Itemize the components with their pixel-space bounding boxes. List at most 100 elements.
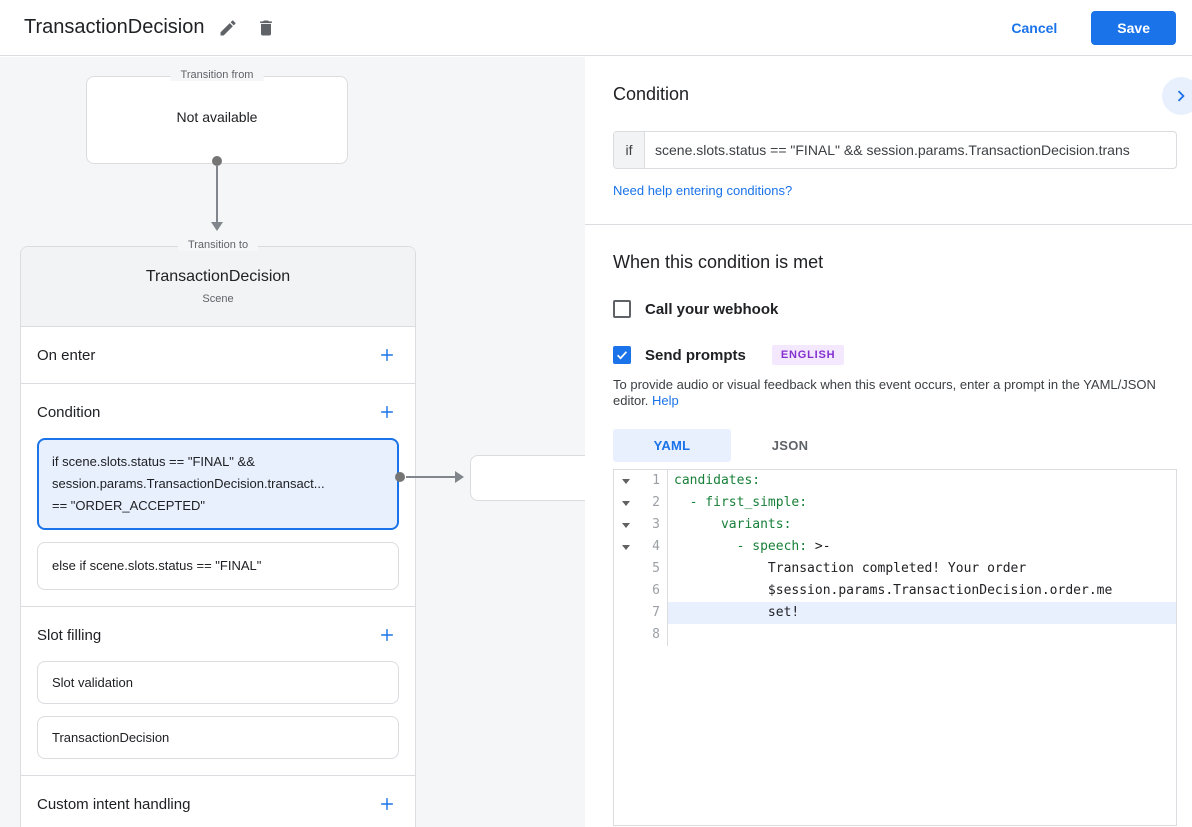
transition-from-value: Not available <box>87 109 347 125</box>
fold-gutter-cell <box>614 558 638 580</box>
panel-title: Condition <box>613 83 1177 105</box>
if-prefix-label: if <box>614 132 645 168</box>
delete-scene-button[interactable] <box>250 12 282 44</box>
fold-gutter-cell <box>614 624 638 646</box>
code-line[interactable]: 5 Transaction completed! Your order <box>614 558 1176 580</box>
tab-json[interactable]: JSON <box>731 429 849 462</box>
fold-gutter-cell <box>614 602 638 624</box>
call-webhook-checkbox[interactable] <box>613 300 631 318</box>
save-button[interactable]: Save <box>1091 11 1176 45</box>
slot-items: Slot validation TransactionDecision <box>37 661 399 759</box>
on-enter-section: On enter <box>21 327 415 384</box>
code-text[interactable]: variants: <box>668 514 1176 536</box>
transition-from-box: Transition from Not available <box>86 76 348 164</box>
code-line[interactable]: 7 set! <box>614 602 1176 624</box>
plus-icon <box>377 794 397 814</box>
code-line[interactable]: 8 <box>614 624 1176 646</box>
help-link[interactable]: Help <box>652 393 679 408</box>
prompts-hint-body: To provide audio or visual feedback when… <box>613 377 1156 408</box>
language-badge: ENGLISH <box>772 345 845 365</box>
fold-gutter-cell[interactable] <box>614 492 638 514</box>
send-prompts-checkbox[interactable] <box>613 346 631 364</box>
trash-icon <box>256 18 276 38</box>
yaml-editor[interactable]: 1candidates:2 - first_simple:3 variants:… <box>613 469 1177 826</box>
fold-arrow-icon[interactable] <box>622 479 630 484</box>
top-bar: TransactionDecision Cancel Save <box>0 0 1192 56</box>
when-condition-met-title: When this condition is met <box>613 252 1177 273</box>
transition-to-legend: Transition to <box>178 239 258 251</box>
code-text[interactable]: set! <box>668 602 1176 624</box>
send-prompts-label[interactable]: Send prompts <box>645 347 746 364</box>
code-line[interactable]: 1candidates: <box>614 470 1176 492</box>
condition-section: Condition if scene.slots.status == "FINA… <box>21 384 415 607</box>
editor-tabs: YAMLJSON <box>613 429 1177 462</box>
conditions-help-link[interactable]: Need help entering conditions? <box>613 183 792 198</box>
code-text[interactable]: - first_simple: <box>668 492 1176 514</box>
fold-arrow-icon[interactable] <box>622 545 630 550</box>
code-text[interactable]: Transaction completed! Your order <box>668 558 1176 580</box>
arrow-right-icon <box>455 471 464 483</box>
on-enter-label: On enter <box>37 347 95 364</box>
fold-gutter-cell[interactable] <box>614 470 638 492</box>
add-condition-button[interactable] <box>375 400 399 424</box>
code-text[interactable] <box>668 624 1176 646</box>
code-line[interactable]: 4 - speech: >- <box>614 536 1176 558</box>
line-number: 2 <box>638 492 668 514</box>
code-line[interactable]: 2 - first_simple: <box>614 492 1176 514</box>
send-prompts-row: Send prompts ENGLISH <box>613 345 1177 365</box>
condition-section-label: Condition <box>37 404 100 421</box>
connector-dot <box>395 472 405 482</box>
code-text[interactable]: - speech: >- <box>668 536 1176 558</box>
add-on-enter-button[interactable] <box>375 343 399 367</box>
condition-expression-value: scene.slots.status == "FINAL" && session… <box>645 132 1176 168</box>
condition-expression-input[interactable]: if scene.slots.status == "FINAL" && sess… <box>613 131 1177 169</box>
line-number: 7 <box>638 602 668 624</box>
tab-yaml[interactable]: YAML <box>613 429 731 462</box>
condition-card[interactable]: if scene.slots.status == "FINAL" && sess… <box>37 438 399 530</box>
fold-arrow-icon[interactable] <box>622 501 630 506</box>
pencil-icon <box>218 18 238 38</box>
collapse-panel-button[interactable] <box>1162 77 1192 115</box>
cancel-button[interactable]: Cancel <box>1011 20 1057 36</box>
fold-gutter-cell[interactable] <box>614 536 638 558</box>
condition-items: if scene.slots.status == "FINAL" && sess… <box>37 438 399 590</box>
edit-title-button[interactable] <box>212 12 244 44</box>
scene-diagram-canvas: Transition from Not available Transition… <box>0 57 585 827</box>
add-custom-intent-button[interactable] <box>375 792 399 816</box>
line-number: 5 <box>638 558 668 580</box>
code-text[interactable]: $session.params.TransactionDecision.orde… <box>668 580 1176 602</box>
line-number: 4 <box>638 536 668 558</box>
code-line[interactable]: 6 $session.params.TransactionDecision.or… <box>614 580 1176 602</box>
call-webhook-label[interactable]: Call your webhook <box>645 301 778 318</box>
code-line[interactable]: 3 variants: <box>614 514 1176 536</box>
next-scene-box[interactable] <box>470 455 585 501</box>
custom-intent-section: Custom intent handling <box>21 776 415 827</box>
line-number: 8 <box>638 624 668 646</box>
chevron-right-icon <box>1170 85 1192 107</box>
condition-card[interactable]: else if scene.slots.status == "FINAL" <box>37 542 399 590</box>
slot-filling-label: Slot filling <box>37 627 101 644</box>
webhook-row: Call your webhook <box>613 300 1177 318</box>
code-text[interactable]: candidates: <box>668 470 1176 492</box>
slot-card[interactable]: TransactionDecision <box>37 716 399 759</box>
condition-detail-panel: Condition if scene.slots.status == "FINA… <box>585 57 1192 827</box>
fold-gutter-cell[interactable] <box>614 514 638 536</box>
page-title: TransactionDecision <box>24 16 204 39</box>
plus-icon <box>377 625 397 645</box>
custom-intent-label: Custom intent handling <box>37 796 190 813</box>
transition-arrow-line <box>216 165 218 223</box>
transition-from-legend: Transition from <box>171 69 264 81</box>
plus-icon <box>377 345 397 365</box>
fold-arrow-icon[interactable] <box>622 523 630 528</box>
panel-divider <box>585 224 1192 225</box>
scene-type-label: Scene <box>21 293 415 305</box>
line-number: 3 <box>638 514 668 536</box>
scene-name: TransactionDecision <box>21 268 415 286</box>
prompts-hint-text: To provide audio or visual feedback when… <box>613 377 1175 409</box>
slot-card[interactable]: Slot validation <box>37 661 399 704</box>
line-number: 6 <box>638 580 668 602</box>
arrow-down-icon <box>211 222 223 231</box>
transition-arrow-line <box>406 476 456 478</box>
line-number: 1 <box>638 470 668 492</box>
add-slot-button[interactable] <box>375 623 399 647</box>
